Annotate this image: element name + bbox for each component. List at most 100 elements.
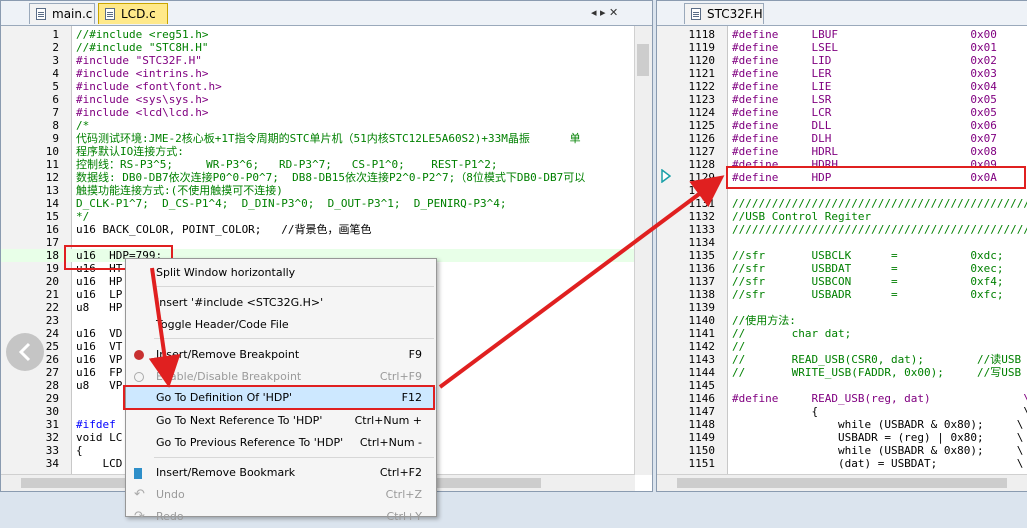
code-line[interactable]: 1121 #define LER 0x03	[657, 67, 1027, 80]
code-text[interactable]: //USB Control Regiter	[732, 210, 871, 223]
code-line[interactable]: 1120 #define LID 0x02	[657, 54, 1027, 67]
code-text[interactable]: #define LSR 0x05	[732, 93, 997, 106]
code-text[interactable]: LCD	[76, 457, 122, 470]
code-text[interactable]: //#include <reg51.h>	[76, 28, 208, 41]
code-line[interactable]: 6 #include <sys\sys.h>	[1, 93, 652, 106]
code-line[interactable]: 3 #include "STC32F.H"	[1, 54, 652, 67]
code-text[interactable]: 程序默认IO连接方式:	[76, 145, 184, 158]
code-text[interactable]: /*	[76, 119, 89, 132]
code-text[interactable]: u8 VP	[76, 379, 122, 392]
code-text[interactable]: */	[76, 210, 89, 223]
code-text[interactable]: #define LBUF 0x00	[732, 28, 997, 41]
menu-item-go-to-next-reference-to-hdp[interactable]: Go To Next Reference To 'HDP' Ctrl+Num +	[126, 410, 436, 432]
menu-item-insert-include-stc32g-h[interactable]: Insert '#include <STC32G.H>'	[126, 292, 436, 314]
code-text[interactable]: u16 HT	[76, 262, 122, 275]
code-line[interactable]: 1145	[657, 379, 1027, 392]
code-text[interactable]: ////////////////////////////////////////…	[732, 197, 1027, 210]
code-text[interactable]: #include "STC32F.H"	[76, 54, 202, 67]
code-text[interactable]: #define DLL 0x06	[732, 119, 997, 132]
scroll-thumb[interactable]	[637, 44, 649, 76]
code-line[interactable]: 1129 #define HDP 0x0A	[657, 171, 1027, 184]
code-line[interactable]: 5 #include <font\font.h>	[1, 80, 652, 93]
code-line[interactable]: 1126 #define DLH 0x07	[657, 132, 1027, 145]
menu-item-enable-disable-breakpoint[interactable]: Enable/Disable Breakpoint Ctrl+F9	[126, 366, 436, 388]
code-text[interactable]: #define LID 0x02	[732, 54, 997, 67]
code-line[interactable]: 1140 //使用方法:	[657, 314, 1027, 327]
code-line[interactable]: 1147 { \	[657, 405, 1027, 418]
code-text[interactable]: { \	[732, 405, 1027, 418]
code-text[interactable]: #define HDRL 0x08	[732, 145, 997, 158]
menu-item-undo[interactable]: ↶ Undo Ctrl+Z	[126, 484, 436, 506]
code-line[interactable]: 1139	[657, 301, 1027, 314]
code-text[interactable]: USBADR = (reg) | 0x80; \	[732, 431, 1023, 444]
code-line[interactable]: 7 #include <lcd\lcd.h>	[1, 106, 652, 119]
code-line[interactable]: 1144 // WRITE_USB(FADDR, 0x00); //写USB	[657, 366, 1027, 379]
menu-item-go-to-previous-reference-to-hdp[interactable]: Go To Previous Reference To 'HDP' Ctrl+Nu…	[126, 432, 436, 454]
code-line[interactable]: 1122 #define LIE 0x04	[657, 80, 1027, 93]
code-line[interactable]: 1125 #define DLL 0x06	[657, 119, 1027, 132]
code-text[interactable]: u16 BACK_COLOR, POINT_COLOR; //背景色，画笔色	[76, 223, 372, 236]
code-text[interactable]: #define HDP 0x0A	[732, 171, 997, 184]
code-line[interactable]: 1136 //sfr USBDAT = 0xec;	[657, 262, 1027, 275]
code-line[interactable]: 15 */	[1, 210, 652, 223]
code-text[interactable]: //sfr USBCLK = 0xdc;	[732, 249, 1004, 262]
menu-item-insert-remove-bookmark[interactable]: Insert/Remove Bookmark Ctrl+F2	[126, 462, 436, 484]
code-text[interactable]: #define LIE 0x04	[732, 80, 997, 93]
code-text[interactable]: while (USBADR & 0x80); \	[732, 418, 1023, 431]
code-text[interactable]: ////////////////////////////////////////…	[732, 223, 1027, 236]
tab-lcd-c[interactable]: LCD.c	[98, 3, 168, 24]
code-line[interactable]: 1124 #define LCR 0x05	[657, 106, 1027, 119]
code-text[interactable]: // WRITE_USB(FADDR, 0x00); //写USB	[732, 366, 1021, 379]
hscroll-thumb[interactable]	[677, 478, 1007, 488]
code-text[interactable]: u16 VD	[76, 327, 122, 340]
tab-stc32f-h[interactable]: STC32F.H	[684, 3, 764, 24]
code-line[interactable]: 12 数据线: DB0-DB7依次连接P0^0-P0^7; DB8-DB15依次连…	[1, 171, 652, 184]
code-text[interactable]: //sfr USBDAT = 0xec;	[732, 262, 1004, 275]
code-line[interactable]: 1143 // READ_USB(CSR0, dat); //读USB	[657, 353, 1027, 366]
code-line[interactable]: 1132 //USB Control Regiter	[657, 210, 1027, 223]
code-text[interactable]: 控制线：RS-P3^5; WR-P3^6; RD-P3^7; CS-P1^0; …	[76, 158, 498, 171]
code-line[interactable]: 1127 #define HDRL 0x08	[657, 145, 1027, 158]
code-line[interactable]: 1119 #define LSEL 0x01	[657, 41, 1027, 54]
code-text[interactable]: #define LCR 0x05	[732, 106, 997, 119]
code-text[interactable]: #include <lcd\lcd.h>	[76, 106, 208, 119]
tab-scroll-close-icons[interactable]: ◂ ▸ ✕	[591, 6, 618, 19]
code-line[interactable]: 2 //#include "STC8H.H"	[1, 41, 652, 54]
code-line[interactable]: 1148 while (USBADR & 0x80); \	[657, 418, 1027, 431]
code-line[interactable]: 11 控制线：RS-P3^5; WR-P3^6; RD-P3^7; CS-P1^0…	[1, 158, 652, 171]
code-text[interactable]: #include <intrins.h>	[76, 67, 208, 80]
code-text[interactable]: u16 VT	[76, 340, 122, 353]
code-line[interactable]: 1118 #define LBUF 0x00	[657, 28, 1027, 41]
code-line[interactable]: 17	[1, 236, 652, 249]
code-line[interactable]: 4 #include <intrins.h>	[1, 67, 652, 80]
code-text[interactable]: //	[732, 340, 745, 353]
code-line[interactable]: 1142 //	[657, 340, 1027, 353]
code-text[interactable]: 数据线: DB0-DB7依次连接P0^0-P0^7; DB8-DB15依次连接P…	[76, 171, 585, 184]
code-text[interactable]: #define READ_USB(reg, dat) \	[732, 392, 1027, 405]
code-line[interactable]: 1 //#include <reg51.h>	[1, 28, 652, 41]
code-line[interactable]: 1151 (dat) = USBDAT; \	[657, 457, 1027, 470]
code-text[interactable]: u16 FP	[76, 366, 122, 379]
menu-item-insert-remove-breakpoint[interactable]: Insert/Remove Breakpoint F9	[126, 344, 436, 366]
code-text[interactable]: #include <font\font.h>	[76, 80, 222, 93]
code-line[interactable]: 1130	[657, 184, 1027, 197]
code-text[interactable]: #define HDRH 0x09	[732, 158, 997, 171]
code-line[interactable]: 14 D_CLK-P1^7; D_CS-P1^4; D_DIN-P3^0; D_O…	[1, 197, 652, 210]
code-text[interactable]: #define DLH 0x07	[732, 132, 997, 145]
code-text[interactable]: #define LSEL 0x01	[732, 41, 997, 54]
code-text[interactable]: // READ_USB(CSR0, dat); //读USB	[732, 353, 1021, 366]
code-line[interactable]: 1135 //sfr USBCLK = 0xdc;	[657, 249, 1027, 262]
code-text[interactable]: #include <sys\sys.h>	[76, 93, 208, 106]
code-line[interactable]: 9 代码测试环境:JME-2核心板+1T指令周期的STC单片机（51内核STC12…	[1, 132, 652, 145]
code-text[interactable]: u16 LP	[76, 288, 122, 301]
code-text[interactable]: #define LER 0x03	[732, 67, 997, 80]
code-text[interactable]: D_CLK-P1^7; D_CS-P1^4; D_DIN-P3^0; D_OUT…	[76, 197, 506, 210]
code-line[interactable]: 16 u16 BACK_COLOR, POINT_COLOR; //背景色，画笔色	[1, 223, 652, 236]
code-text[interactable]: u16 HP	[76, 275, 122, 288]
left-vertical-scrollbar[interactable]	[634, 26, 652, 475]
code-line[interactable]: 1133 ////////////////////////////////////…	[657, 223, 1027, 236]
code-text[interactable]: 代码测试环境:JME-2核心板+1T指令周期的STC单片机（51内核STC12L…	[76, 132, 581, 145]
code-line[interactable]: 10 程序默认IO连接方式:	[1, 145, 652, 158]
code-line[interactable]: 1134	[657, 236, 1027, 249]
code-text[interactable]: 触摸功能连接方式:(不使用触摸可不连接)	[76, 184, 283, 197]
